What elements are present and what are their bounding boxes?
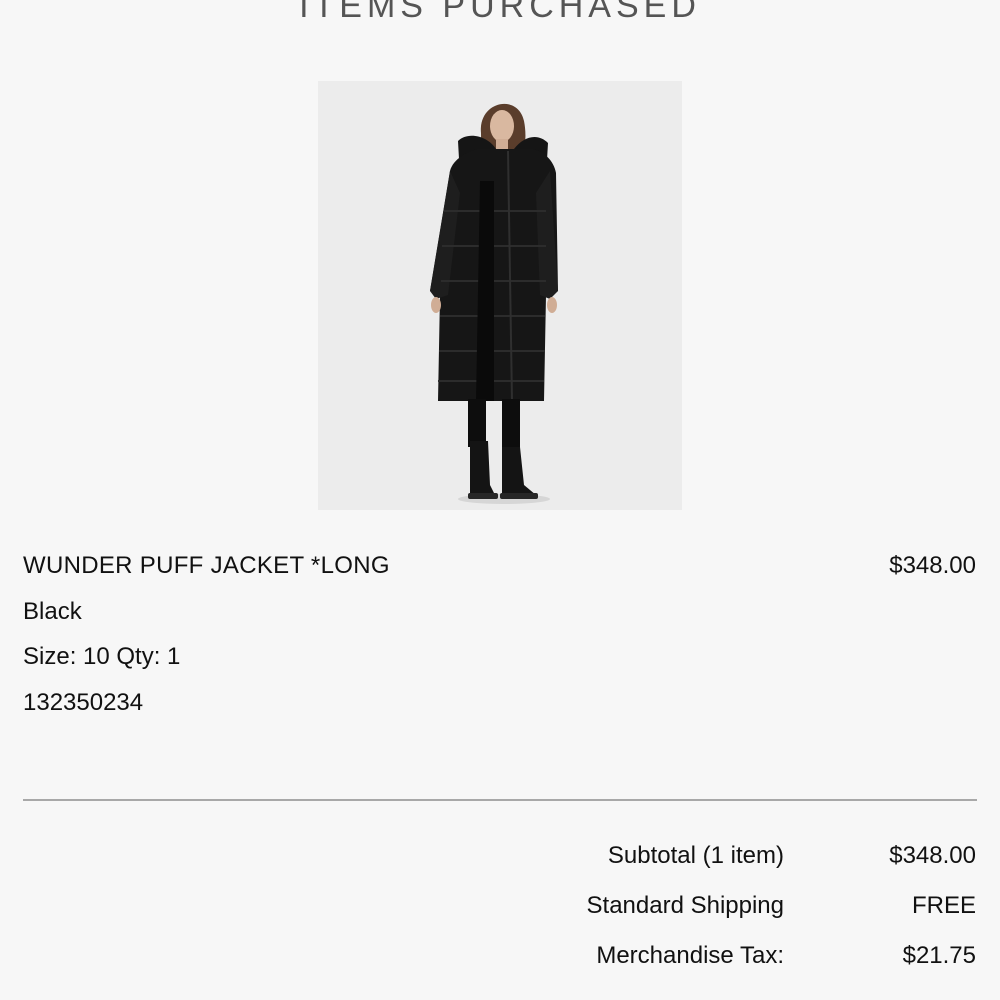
shipping-label: Standard Shipping [586, 892, 784, 919]
subtotal-label: Subtotal (1 item) [607, 842, 784, 869]
divider [23, 799, 977, 801]
tax-value: $21.75 [902, 942, 976, 969]
product-image[interactable] [318, 81, 682, 510]
product-price: $348.00 [889, 552, 976, 579]
tax-label: Merchandise Tax: [596, 942, 784, 969]
section-title: ITEMS PURCHASED [299, 0, 701, 25]
product-photo-icon [318, 81, 682, 510]
subtotal-value: $348.00 [889, 842, 976, 869]
product-color: Black [23, 598, 82, 625]
product-sku: 132350234 [23, 689, 144, 716]
order-items-page: ITEMS PURCHASED WUNDER PUFF JACKET *LONG… [0, 0, 1000, 1000]
product-size-qty: Size: 10 Qty: 1 [23, 643, 181, 670]
shipping-value: FREE [911, 892, 976, 919]
subtotal-row: Subtotal (1 item) $348.00 [0, 842, 1000, 876]
product-name[interactable]: WUNDER PUFF JACKET *LONG [23, 552, 390, 580]
tax-row: Merchandise Tax: $21.75 [0, 942, 1000, 976]
shipping-row: Standard Shipping FREE [0, 892, 1000, 926]
